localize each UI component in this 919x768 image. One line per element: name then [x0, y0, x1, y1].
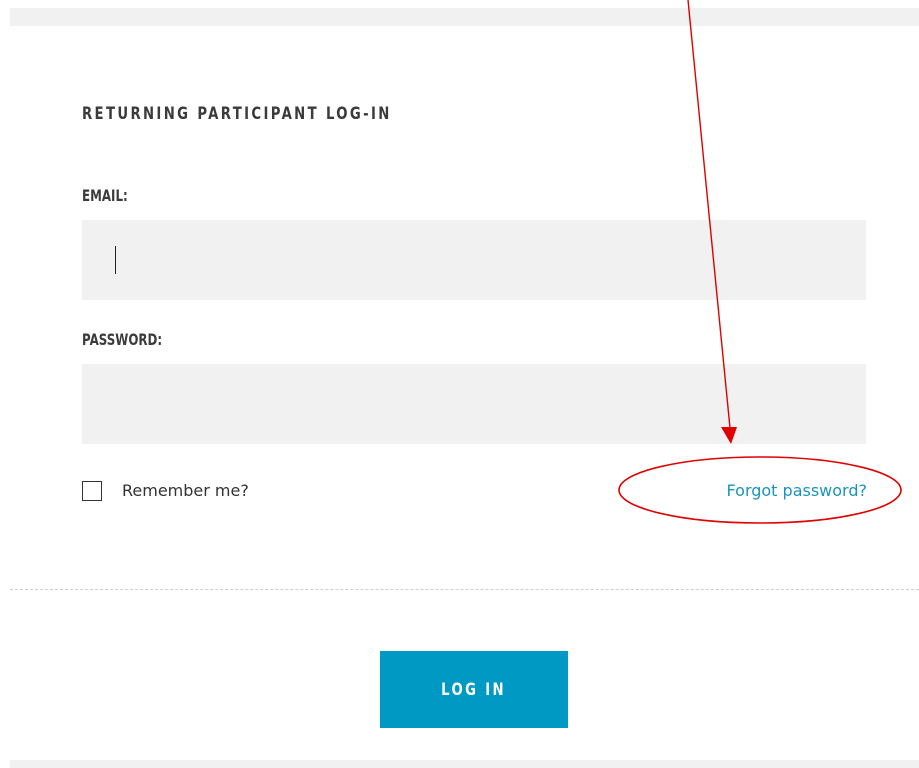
login-page: RETURNING PARTICIPANT LOG-IN EMAIL: PASS…	[0, 0, 919, 768]
remember-me-label: Remember me?	[122, 481, 249, 500]
dashed-divider	[10, 589, 919, 590]
section-title: RETURNING PARTICIPANT LOG-IN	[82, 104, 392, 124]
email-field[interactable]	[82, 220, 866, 300]
remember-me-option[interactable]: Remember me?	[82, 480, 249, 502]
email-label: EMAIL:	[82, 186, 128, 205]
log-in-button-label: LOG IN	[441, 679, 507, 700]
footer-band	[10, 760, 919, 768]
log-in-button[interactable]: LOG IN	[380, 651, 568, 728]
password-field[interactable]	[82, 364, 866, 444]
header-band	[10, 8, 919, 26]
password-label: PASSWORD:	[82, 330, 163, 349]
forgot-password-link[interactable]: Forgot password?	[727, 480, 867, 502]
text-caret	[115, 246, 116, 274]
remember-me-checkbox[interactable]	[82, 481, 102, 501]
